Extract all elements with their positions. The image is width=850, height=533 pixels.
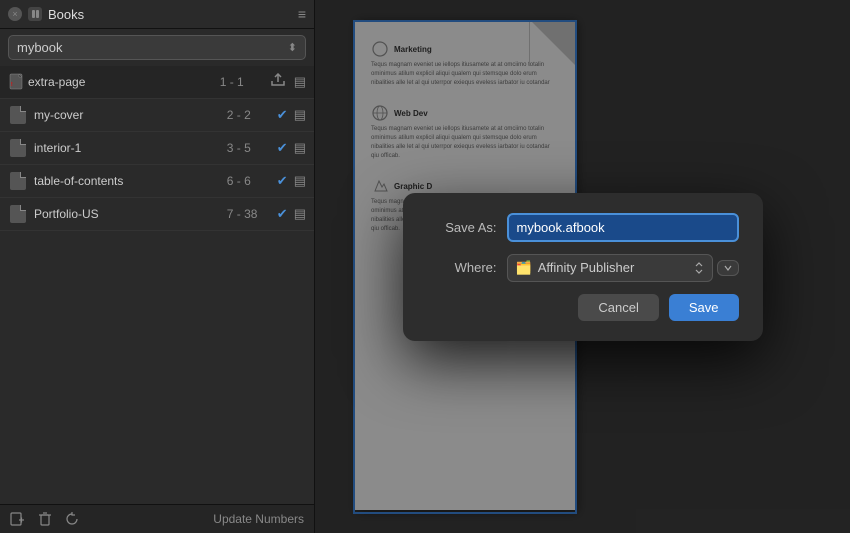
book-item-name: interior-1 [34,141,227,155]
list-item[interactable]: table-of-contents 6 - 6 ✔ ▤ [0,165,314,198]
save-as-label: Save As: [427,220,497,235]
update-numbers-button[interactable]: Update Numbers [213,512,304,526]
menu-icon[interactable]: ≡ [298,6,306,22]
list-item[interactable]: Portfolio-US 7 - 38 ✔ ▤ [0,198,314,231]
left-panel: × Books ≡ mybook ⬍ ! extra-page 1 - 1 [0,0,315,533]
add-item-button[interactable] [10,511,26,527]
doc-icon [8,138,28,158]
dialog-buttons: Cancel Save [427,294,739,321]
check-icon: ✔ [277,173,288,189]
location-selector[interactable]: 🗂️ Affinity Publisher [507,254,713,282]
book-item-pages: 7 - 38 [227,207,267,221]
canvas-area: Marketing Tequs magnam eveniet ue iellop… [315,0,850,533]
cancel-button[interactable]: Cancel [578,294,658,321]
up-down-arrows-icon [694,261,704,275]
where-selector-area: 🗂️ Affinity Publisher [507,254,739,282]
check-icon: ✔ [277,140,288,156]
export-icon [270,73,290,92]
list-view-icon: ▤ [294,173,306,189]
missing-doc-icon: ! [8,72,28,92]
panel-title: Books [48,7,292,22]
selector-arrows-icon: ⬍ [288,41,297,54]
location-text: Affinity Publisher [538,260,635,275]
filename-input[interactable] [507,213,739,242]
doc-icon [8,171,28,191]
panel-footer: Update Numbers [0,504,314,533]
save-as-row: Save As: [427,213,739,242]
book-item-name: extra-page [28,75,220,89]
pause-button[interactable] [28,7,42,21]
doc-icon [8,105,28,125]
dialog-overlay: Save As: Where: 🗂️ Affinity Publisher [315,0,850,533]
folder-icon: 🗂️ [516,260,532,276]
right-panel: Marketing Tequs magnam eveniet ue iellop… [315,0,850,533]
book-list: ! extra-page 1 - 1 ▤ my-cover 2 - 2 ✔ [0,66,314,504]
book-item-pages: 3 - 5 [227,141,267,155]
list-view-icon: ▤ [294,107,306,123]
list-item[interactable]: my-cover 2 - 2 ✔ ▤ [0,99,314,132]
list-view-icon: ▤ [294,140,306,156]
where-row: Where: 🗂️ Affinity Publisher [427,254,739,282]
book-selector[interactable]: mybook ⬍ [8,35,306,60]
where-label: Where: [427,260,497,275]
dropdown-arrow-button[interactable] [717,260,739,276]
book-item-name: Portfolio-US [34,207,227,221]
book-item-pages: 1 - 1 [220,75,260,89]
check-icon: ✔ [277,206,288,222]
book-name: mybook [17,40,63,55]
book-item-pages: 2 - 2 [227,108,267,122]
refresh-button[interactable] [64,511,80,527]
chevron-down-icon [723,263,733,273]
delete-item-button[interactable] [38,511,52,527]
check-icon: ✔ [277,107,288,123]
list-item[interactable]: ! extra-page 1 - 1 ▤ [0,66,314,99]
close-button[interactable]: × [8,7,22,21]
book-item-name: my-cover [34,108,227,122]
book-item-name: table-of-contents [34,174,227,188]
save-dialog: Save As: Where: 🗂️ Affinity Publisher [403,193,763,341]
list-item[interactable]: interior-1 3 - 5 ✔ ▤ [0,132,314,165]
save-button[interactable]: Save [669,294,739,321]
list-view-icon: ▤ [294,74,306,90]
panel-header: × Books ≡ [0,0,314,29]
doc-icon [8,204,28,224]
book-item-pages: 6 - 6 [227,174,267,188]
list-view-icon: ▤ [294,206,306,222]
